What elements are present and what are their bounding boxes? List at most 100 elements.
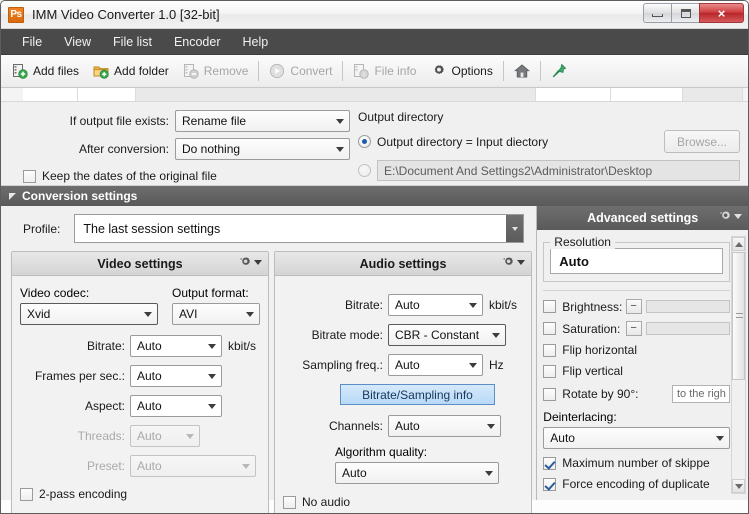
checkbox-icon	[23, 170, 36, 183]
saturation-slider[interactable]	[646, 322, 730, 335]
flip-horizontal-label: Flip horizontal	[562, 343, 637, 357]
output-dir-custom-path[interactable]: E:\Document And Settings2\Administrator\…	[377, 160, 740, 181]
toolbar-pin[interactable]	[544, 60, 574, 82]
menu-item-view[interactable]: View	[53, 31, 102, 53]
app-window: Ps IMM Video Converter 1.0 [32-bit] × Fi…	[0, 0, 749, 514]
if-output-exists-value: Rename file	[182, 114, 246, 128]
menu-item-file[interactable]: File	[11, 31, 53, 53]
after-conversion-label: After conversion:	[79, 142, 169, 156]
toolbar-options[interactable]: Options	[423, 60, 499, 82]
chevron-down-icon	[482, 424, 500, 429]
conversion-settings-header[interactable]: Conversion settings	[1, 186, 748, 206]
deinterlacing-combo[interactable]: Auto	[543, 427, 730, 449]
toolbar-convert-label: Convert	[290, 64, 332, 78]
output-format-combo[interactable]: AVI	[172, 303, 260, 325]
radio-unselected-icon[interactable]	[358, 164, 371, 177]
brightness-label: Brightness:	[562, 300, 622, 314]
checkbox-icon	[543, 300, 556, 313]
video-settings-gear-button[interactable]	[237, 255, 262, 270]
chevron-down-icon	[464, 303, 482, 308]
toolbar-remove[interactable]: Remove	[176, 60, 256, 82]
video-codec-combo[interactable]: Xvid	[20, 303, 158, 325]
saturation-checkbox[interactable]: Saturation:	[543, 322, 625, 336]
advanced-settings-gear-button[interactable]	[717, 209, 742, 224]
title-bar: Ps IMM Video Converter 1.0 [32-bit] ×	[1, 1, 748, 29]
rotate-checkbox[interactable]: Rotate by 90°:	[543, 387, 672, 401]
scrollbar-grip	[736, 313, 743, 318]
brightness-decrement-button[interactable]: −	[626, 299, 642, 314]
flip-horizontal-row: Flip horizontal	[543, 343, 748, 357]
rotate-direction-combo[interactable]: to the righ	[672, 385, 730, 403]
audio-bitrate-label: Bitrate:	[283, 298, 383, 312]
radio-selected-icon	[358, 135, 371, 148]
divider	[543, 290, 730, 291]
toolbar-add-files[interactable]: Add files	[5, 60, 86, 82]
minimize-button[interactable]	[643, 3, 671, 23]
minimize-icon	[652, 14, 663, 17]
chevron-down-icon	[203, 404, 221, 409]
menu-item-file-list[interactable]: File list	[102, 31, 163, 53]
audio-settings-gear-button[interactable]	[500, 255, 525, 270]
file-list-strip[interactable]	[1, 88, 748, 102]
scrollbar-thumb[interactable]	[732, 252, 745, 380]
toolbar-home[interactable]	[507, 60, 537, 82]
force-duplicate-frames-label: Force encoding of duplicate	[562, 477, 709, 491]
scroll-down-button[interactable]	[732, 479, 745, 493]
flip-horizontal-checkbox[interactable]: Flip horizontal	[543, 343, 637, 357]
home-icon	[514, 63, 530, 79]
audio-bitrate-row: Bitrate: Auto kbit/s	[283, 294, 523, 316]
audio-bitrate-combo[interactable]: Auto	[388, 294, 483, 316]
toolbar-add-files-label: Add files	[33, 64, 79, 78]
audio-channels-combo[interactable]: Auto	[388, 415, 501, 437]
after-conversion-row: After conversion: Do nothing	[11, 138, 350, 160]
maximize-button[interactable]	[671, 3, 699, 23]
if-output-exists-combo[interactable]: Rename file	[175, 110, 350, 132]
advanced-settings-header: Advanced settings	[537, 206, 748, 230]
audio-bitrate-unit: kbit/s	[489, 298, 517, 312]
chevron-down-icon	[241, 312, 259, 317]
saturation-decrement-button[interactable]: −	[626, 321, 642, 336]
advanced-settings-scrollbar[interactable]	[731, 236, 746, 494]
checkbox-icon	[543, 365, 556, 378]
video-settings-panel: Video settings	[11, 251, 269, 514]
browse-button[interactable]: Browse...	[664, 130, 740, 153]
algorithm-quality-combo[interactable]: Auto	[335, 462, 499, 484]
video-fps-combo[interactable]: Auto	[130, 365, 222, 387]
two-pass-encoding-checkbox[interactable]: 2-pass encoding	[20, 487, 260, 501]
video-bitrate-combo[interactable]: Auto	[130, 335, 222, 357]
bitrate-sampling-info-button[interactable]: Bitrate/Sampling info	[340, 384, 495, 405]
settings-panels: Video settings	[1, 251, 536, 514]
audio-sampling-combo[interactable]: Auto	[388, 354, 483, 376]
brightness-checkbox[interactable]: Brightness:	[543, 300, 625, 314]
toolbar-convert[interactable]: Convert	[262, 60, 339, 82]
audio-bitrate-mode-combo[interactable]: CBR - Constant	[388, 324, 506, 346]
rotate-row: Rotate by 90°: to the righ	[543, 385, 748, 403]
menu-item-help[interactable]: Help	[232, 31, 280, 53]
no-audio-checkbox[interactable]: No audio	[283, 495, 523, 509]
keep-dates-checkbox[interactable]: Keep the dates of the original file	[23, 169, 350, 183]
maximize-icon	[681, 9, 691, 18]
flip-vertical-checkbox[interactable]: Flip vertical	[543, 364, 623, 378]
video-aspect-combo[interactable]: Auto	[130, 395, 222, 417]
chevron-down-icon[interactable]	[506, 215, 523, 242]
profile-combo[interactable]: The last session settings	[74, 214, 524, 243]
close-button[interactable]: ×	[699, 3, 744, 23]
if-output-exists-row: If output file exists: Rename file	[11, 110, 350, 132]
video-bitrate-label: Bitrate:	[20, 339, 125, 353]
video-codec-value: Xvid	[27, 307, 50, 321]
two-pass-encoding-label: 2-pass encoding	[39, 487, 127, 501]
force-duplicate-frames-checkbox[interactable]: Force encoding of duplicate	[543, 477, 709, 491]
toolbar-file-info[interactable]: i File info	[346, 60, 423, 82]
menu-item-encoder[interactable]: Encoder	[163, 31, 232, 53]
scroll-up-button[interactable]	[732, 237, 745, 251]
chevron-down-icon	[139, 312, 157, 317]
video-settings-title: Video settings	[97, 257, 182, 271]
toolbar-add-folder[interactable]: Add folder	[86, 60, 176, 82]
resolution-value: Auto	[559, 254, 589, 269]
brightness-slider[interactable]	[646, 300, 730, 313]
output-dir-same-radio[interactable]: Output directory = Input diectory	[358, 135, 654, 149]
resolution-value-box[interactable]: Auto	[550, 248, 723, 274]
after-conversion-combo[interactable]: Do nothing	[175, 138, 350, 160]
chevron-down-icon	[517, 260, 525, 265]
max-skipped-frames-checkbox[interactable]: Maximum number of skippe	[543, 456, 709, 470]
